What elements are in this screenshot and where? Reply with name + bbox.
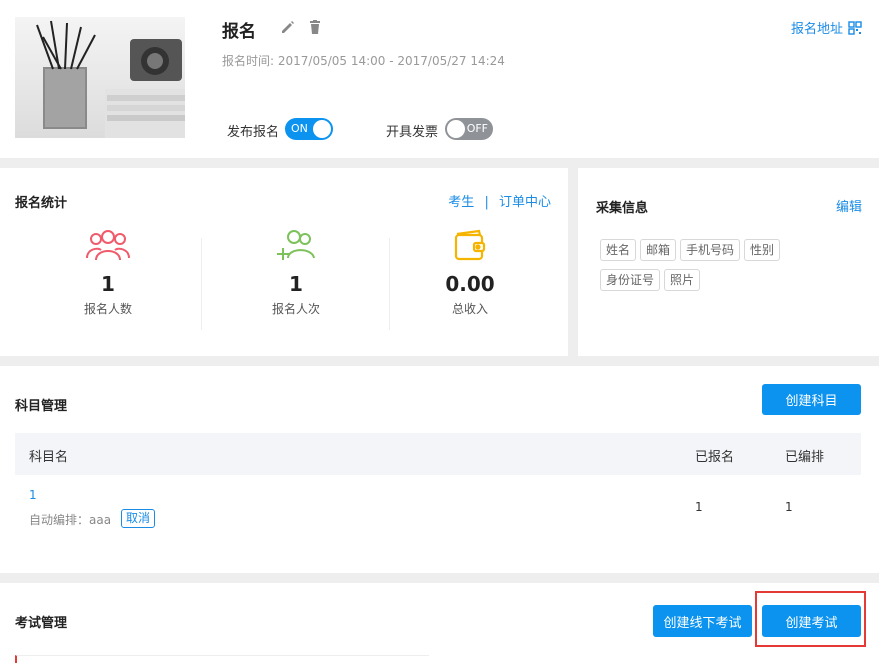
col-registered: 已报名 (695, 450, 735, 465)
event-header: 报名 报名时间: 2017/05/05 14:00 - 2017/05/27 1… (0, 0, 879, 158)
subject-name-link[interactable]: 1 (29, 488, 37, 502)
collect-edit-link[interactable]: 编辑 (836, 196, 862, 215)
address-link-label: 报名地址 (790, 22, 843, 37)
stat-label: 总收入 (451, 302, 488, 316)
toggle-knob (313, 120, 331, 138)
collect-tags: 姓名 邮箱 手机号码 性别身份证号 照片 (600, 239, 830, 299)
event-title: 报名 (222, 22, 256, 42)
event-time: 报名时间: 2017/05/05 14:00 - 2017/05/27 14:2… (222, 54, 505, 68)
subjects-title: 科目管理 (15, 399, 68, 414)
invoice-label: 开具发票 (386, 125, 439, 140)
stat-registrations: 1 报名人次 (202, 228, 390, 317)
collect-tag: 照片 (664, 269, 701, 291)
edit-icon[interactable] (280, 19, 296, 39)
toggle-knob (447, 120, 465, 138)
cancel-button[interactable]: 取消 (121, 509, 156, 528)
stat-label: 报名人次 (271, 302, 320, 316)
publish-toggle-text: ON (291, 122, 308, 135)
collect-tag: 邮箱 (640, 239, 677, 261)
col-subject-name: 科目名 (29, 450, 69, 465)
event-cover-image (15, 17, 185, 138)
create-subject-button[interactable]: 创建科目 (762, 384, 861, 415)
delete-icon[interactable] (307, 19, 323, 39)
auto-arrange-text: 自动编排：aaa (29, 513, 112, 527)
invoice-toggle[interactable]: OFF (445, 118, 493, 140)
create-exam-button[interactable]: 创建考试 (762, 605, 861, 637)
subjects-panel: 科目管理 创建科目 科目名 已报名 已编排 1 自动编排：aaa 取消 1 1 (0, 366, 879, 573)
publish-toggle[interactable]: ON (285, 118, 333, 140)
address-link[interactable]: 报名地址 (791, 18, 862, 37)
stat-label: 报名人数 (83, 302, 132, 316)
publish-label: 发布报名 (227, 125, 280, 140)
col-arranged: 已编排 (785, 450, 825, 465)
qrcode-icon (848, 20, 862, 35)
wallet-icon (448, 228, 492, 266)
arranged-count: 1 (785, 500, 793, 514)
invoice-toggle-text: OFF (466, 122, 488, 135)
collect-tag: 手机号码 (680, 239, 741, 261)
exam-card-edge (15, 655, 429, 663)
stat-value: 0.00 (445, 272, 495, 296)
collect-tag: 性别 (744, 239, 781, 261)
create-offline-exam-button[interactable]: 创建线下考试 (653, 605, 752, 637)
registered-count: 1 (695, 500, 703, 514)
table-row: 1 自动编排：aaa 取消 1 1 (15, 475, 861, 535)
people-icon (86, 228, 130, 266)
collect-tag: 身份证号 (600, 269, 661, 291)
exams-panel: 考试管理 创建线下考试 创建考试 (0, 583, 879, 663)
subjects-table-header: 科目名 已报名 已编排 (15, 433, 861, 475)
stat-revenue: 0.00 总收入 (376, 228, 564, 317)
link-separator: | (484, 195, 489, 210)
stat-value: 1 (289, 272, 303, 296)
stat-value: 1 (101, 272, 115, 296)
exams-title: 考试管理 (15, 616, 68, 631)
stat-registrants: 1 报名人数 (14, 228, 202, 317)
collect-tag: 姓名 (600, 239, 637, 261)
collect-panel: 采集信息 编辑 姓名 邮箱 手机号码 性别身份证号 照片 (578, 168, 879, 356)
orders-link[interactable]: 订单中心 (499, 195, 551, 210)
stats-panel: 报名统计 考生 | 订单中心 1 报名人数 1 报名人次 0.00 总收入 (0, 168, 568, 356)
stats-title: 报名统计 (15, 196, 68, 211)
students-link[interactable]: 考生 (448, 195, 474, 210)
stats-links: 考生 | 订单中心 (448, 191, 551, 210)
add-user-icon (274, 228, 318, 266)
collect-title: 采集信息 (596, 201, 649, 216)
